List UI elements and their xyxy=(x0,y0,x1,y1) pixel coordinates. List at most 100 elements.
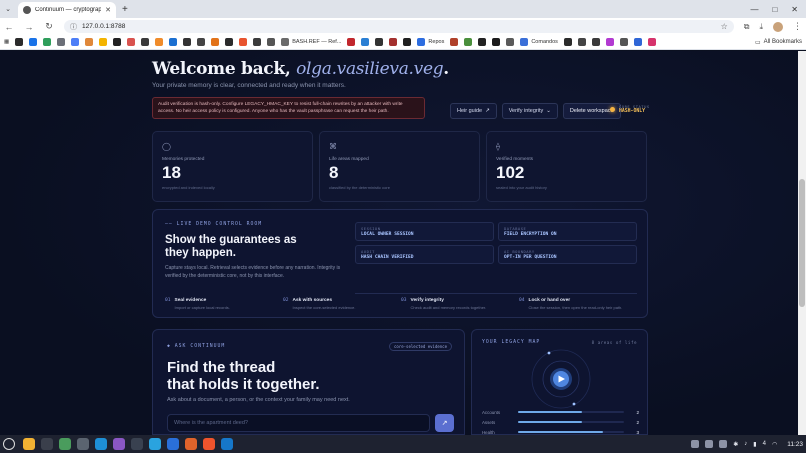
extensions-icon[interactable]: ⧉ xyxy=(744,22,750,32)
url-text[interactable]: 127.0.0.1:8788 xyxy=(82,23,716,30)
docs-app-icon[interactable] xyxy=(167,438,179,450)
bookmark-item[interactable]: BASH.REF — Ref... xyxy=(281,38,341,46)
bookmark-item[interactable] xyxy=(57,38,66,46)
bookmark-item[interactable] xyxy=(141,38,150,46)
ask-eyebrow: ◆ ASK CONTINUUM xyxy=(167,344,226,349)
system-tray: ✱ ♪ ▮ 4 ◠ 11:23 xyxy=(691,440,803,448)
bookmark-item[interactable] xyxy=(127,38,136,46)
bookmark-item[interactable] xyxy=(253,38,262,46)
step-lock-or-hand-over[interactable]: 04 Lock or hand over Close the session, … xyxy=(519,298,637,310)
volume-icon[interactable]: ♪ xyxy=(744,441,747,447)
bookmark-item[interactable] xyxy=(591,38,600,46)
bookmark-item[interactable] xyxy=(619,38,628,46)
stat-card-verified: ⟠ Verified moments 102 sealed into your … xyxy=(486,131,647,202)
all-bookmarks-button[interactable]: ▭ All Bookmarks xyxy=(755,39,802,46)
bookmark-item[interactable] xyxy=(647,38,656,46)
bookmark-item[interactable] xyxy=(225,38,234,46)
bookmark-item[interactable] xyxy=(99,38,108,46)
site-info-icon[interactable]: ⓘ xyxy=(70,22,77,32)
legacy-row[interactable]: Assets 2 xyxy=(482,417,639,427)
ppt-app-icon[interactable] xyxy=(185,438,197,450)
bookmark-item[interactable] xyxy=(211,38,220,46)
chrome-app-icon[interactable] xyxy=(59,438,71,450)
vscode-app-icon[interactable] xyxy=(221,438,233,450)
reload-icon[interactable]: ↻ xyxy=(44,21,54,32)
bookmark-item[interactable] xyxy=(478,38,487,46)
send-button[interactable]: ↗ xyxy=(435,414,454,432)
forward-icon[interactable]: → xyxy=(24,22,34,32)
launcher-icon[interactable] xyxy=(3,438,15,450)
vscode-insiders-app-icon[interactable] xyxy=(95,438,107,450)
terminal-app-icon[interactable] xyxy=(41,438,53,450)
window-close-icon[interactable]: ✕ xyxy=(791,5,798,14)
telegram-app-icon[interactable] xyxy=(149,438,161,450)
legacy-row[interactable]: Accounts 2 xyxy=(482,407,639,417)
tray-app-icon[interactable] xyxy=(691,440,700,448)
bookmark-item[interactable] xyxy=(492,38,501,46)
browser-menu-icon[interactable]: ⋮ xyxy=(793,21,802,32)
bookmark-item[interactable] xyxy=(85,38,94,46)
download-icon[interactable]: ⤓ xyxy=(759,22,763,32)
bookmark-item[interactable] xyxy=(389,38,398,46)
bookmark-item[interactable]: Repos xyxy=(417,38,444,46)
step-seal-evidence[interactable]: 01 Seal evidence Import or capture local… xyxy=(165,298,283,310)
ask-input[interactable] xyxy=(174,420,423,426)
address-bar[interactable]: ⓘ 127.0.0.1:8788 ☆ xyxy=(64,20,734,33)
maximize-icon[interactable]: □ xyxy=(772,5,777,14)
bookmark-item[interactable] xyxy=(239,38,248,46)
bookmark-item[interactable] xyxy=(169,38,178,46)
bluetooth-icon[interactable]: ✱ xyxy=(733,441,738,448)
apps-grid-icon[interactable]: ▦ xyxy=(4,39,9,45)
tray-app-icon[interactable] xyxy=(719,440,728,448)
bookmark-star-icon[interactable]: ☆ xyxy=(721,22,728,31)
new-tab-button[interactable]: + xyxy=(122,4,128,15)
bookmark-item[interactable] xyxy=(183,38,192,46)
bookmark-item[interactable] xyxy=(563,38,572,46)
brave-app-icon[interactable] xyxy=(203,438,215,450)
bookmark-item[interactable]: Comandos xyxy=(520,38,558,46)
back-icon[interactable]: ← xyxy=(4,22,14,32)
editor-app-icon[interactable] xyxy=(113,438,125,450)
area-track xyxy=(518,411,624,413)
bookmark-item[interactable] xyxy=(71,38,80,46)
bookmark-item[interactable] xyxy=(43,38,52,46)
gimp-app-icon[interactable] xyxy=(77,438,89,450)
browser-tab-active[interactable]: Continuum — cryptograph ✕ xyxy=(18,2,116,18)
step-ask-with-sources[interactable]: 02 Ask with sources Inspect the core-sel… xyxy=(283,298,401,310)
bookmark-item[interactable] xyxy=(403,38,412,46)
bookmark-favicon-icon xyxy=(361,38,370,46)
battery-icon[interactable]: ▮ xyxy=(753,441,756,448)
bookmark-item[interactable] xyxy=(605,38,614,46)
files-app-icon[interactable] xyxy=(23,438,35,450)
steam-app-icon[interactable] xyxy=(131,438,143,450)
wifi-icon[interactable]: ◠ xyxy=(772,441,777,448)
bookmark-item[interactable] xyxy=(506,38,515,46)
bookmark-item[interactable] xyxy=(113,38,122,46)
bookmark-item[interactable] xyxy=(15,38,24,46)
bookmark-item[interactable] xyxy=(155,38,164,46)
page-scrollbar[interactable] xyxy=(798,51,806,435)
bookmark-item[interactable] xyxy=(197,38,206,46)
legacy-row[interactable]: Health 3 xyxy=(482,427,639,435)
clock[interactable]: 11:23 xyxy=(787,441,803,448)
bookmark-item[interactable] xyxy=(450,38,459,46)
ask-field[interactable] xyxy=(167,414,430,432)
tab-search-button[interactable]: ⌄ xyxy=(0,0,16,18)
tray-app-icon[interactable] xyxy=(705,440,714,448)
tab-close-icon[interactable]: ✕ xyxy=(105,6,111,14)
bookmark-item[interactable] xyxy=(347,38,356,46)
scrollbar-thumb[interactable] xyxy=(799,179,805,307)
step-verify-integrity[interactable]: 03 Verify integrity Check audit and memo… xyxy=(401,298,519,310)
minimize-icon[interactable]: — xyxy=(750,5,758,14)
bookmark-item[interactable] xyxy=(375,38,384,46)
heir-guide-button[interactable]: Heir guide ↗ xyxy=(450,103,497,119)
bookmark-item[interactable] xyxy=(577,38,586,46)
bookmark-item[interactable] xyxy=(267,38,276,46)
bookmark-item[interactable] xyxy=(464,38,473,46)
profile-avatar[interactable] xyxy=(773,21,783,32)
bookmark-item[interactable] xyxy=(361,38,370,46)
verify-integrity-button[interactable]: Verify integrity ⌄ xyxy=(501,103,558,119)
bookmark-item[interactable] xyxy=(633,38,642,46)
bookmark-item[interactable] xyxy=(29,38,38,46)
demo-description: Capture stays local. Retrieval selects e… xyxy=(165,265,341,279)
